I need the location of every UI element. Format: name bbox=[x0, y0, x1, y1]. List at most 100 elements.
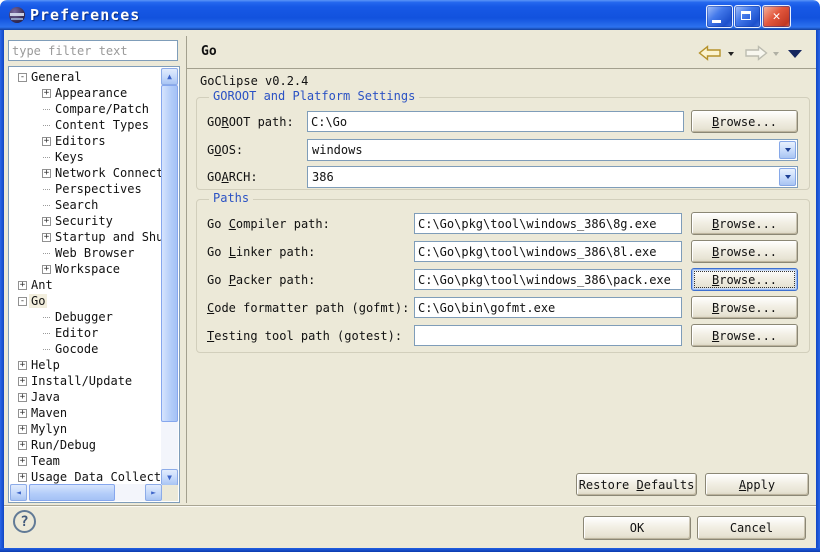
vertical-scroll-thumb[interactable] bbox=[161, 85, 178, 422]
expand-icon[interactable]: + bbox=[18, 281, 27, 290]
scroll-down-button[interactable]: ▼ bbox=[161, 469, 178, 486]
path-field-input[interactable] bbox=[414, 213, 682, 234]
tree-item[interactable]: Editor bbox=[10, 325, 162, 341]
close-button[interactable]: ✕ bbox=[762, 5, 791, 28]
tree-connector bbox=[43, 157, 50, 158]
goos-select[interactable]: windows bbox=[307, 139, 798, 161]
back-button[interactable] bbox=[698, 45, 722, 61]
tree-item[interactable]: +Editors bbox=[10, 133, 162, 149]
tree-item[interactable]: +Network Connect bbox=[10, 165, 162, 181]
expand-icon[interactable]: + bbox=[18, 393, 27, 402]
path-field-label: Go Compiler path: bbox=[207, 213, 330, 235]
title-bar[interactable]: Preferences ✕ bbox=[0, 0, 820, 30]
expand-icon[interactable]: + bbox=[42, 137, 51, 146]
scroll-right-button[interactable]: ► bbox=[145, 484, 162, 501]
path-browse-button[interactable]: Browse... bbox=[691, 296, 798, 319]
tree-horizontal-scrollbar[interactable]: ◄ ► bbox=[10, 484, 162, 501]
maximize-button[interactable] bbox=[734, 5, 761, 28]
collapse-icon[interactable]: - bbox=[18, 297, 27, 306]
cancel-button[interactable]: Cancel bbox=[697, 516, 806, 540]
tree-item[interactable]: -General bbox=[10, 69, 162, 85]
path-browse-button[interactable]: Browse... bbox=[691, 240, 798, 263]
tree-item[interactable]: Perspectives bbox=[10, 181, 162, 197]
tree-item[interactable]: +Run/Debug bbox=[10, 437, 162, 453]
expand-icon[interactable]: + bbox=[18, 409, 27, 418]
minimize-button[interactable] bbox=[706, 5, 733, 28]
tree-item[interactable]: Search bbox=[10, 197, 162, 213]
eclipse-icon bbox=[9, 7, 25, 23]
ok-button[interactable]: OK bbox=[583, 516, 691, 540]
tree-item-label: Maven bbox=[29, 406, 69, 420]
tree-item-label: Java bbox=[29, 390, 62, 404]
tree-item-label: Help bbox=[29, 358, 62, 372]
tree-item[interactable]: +Security bbox=[10, 213, 162, 229]
tree-item-label: Appearance bbox=[53, 86, 129, 100]
tree-item[interactable]: Content Types bbox=[10, 117, 162, 133]
scroll-left-button[interactable]: ◄ bbox=[10, 484, 27, 501]
path-field-input[interactable] bbox=[414, 325, 682, 346]
expand-icon[interactable]: + bbox=[18, 361, 27, 370]
tree-item[interactable]: +Mylyn bbox=[10, 421, 162, 437]
tree-item[interactable]: +Team bbox=[10, 453, 162, 469]
tree-item[interactable]: +Workspace bbox=[10, 261, 162, 277]
path-field-input[interactable] bbox=[414, 269, 682, 290]
path-field-label: Testing tool path (gotest): bbox=[207, 325, 402, 347]
tree-item[interactable]: Gocode bbox=[10, 341, 162, 357]
tree-item[interactable]: +Appearance bbox=[10, 85, 162, 101]
tree-item[interactable]: +Help bbox=[10, 357, 162, 373]
expand-icon[interactable]: + bbox=[18, 473, 27, 482]
expand-icon[interactable]: + bbox=[18, 425, 27, 434]
scroll-down-icon: ▼ bbox=[167, 474, 172, 482]
path-field-input[interactable] bbox=[414, 241, 682, 262]
path-browse-button[interactable]: Browse... bbox=[691, 268, 798, 291]
header-separator bbox=[187, 68, 816, 69]
back-dropdown-icon[interactable] bbox=[728, 52, 734, 56]
expand-icon[interactable]: + bbox=[18, 377, 27, 386]
apply-button[interactable]: Apply bbox=[705, 473, 809, 496]
goroot-path-input[interactable] bbox=[307, 111, 684, 132]
tree-item[interactable]: Keys bbox=[10, 149, 162, 165]
tree-item[interactable]: +Usage Data Collect bbox=[10, 469, 162, 485]
forward-button[interactable] bbox=[744, 45, 768, 61]
tree-item[interactable]: +Install/Update bbox=[10, 373, 162, 389]
path-browse-button[interactable]: Browse... bbox=[691, 212, 798, 235]
tree-item-label: Gocode bbox=[53, 342, 100, 356]
tree-item-label: Security bbox=[53, 214, 115, 228]
tree-item-label: Usage Data Collect bbox=[29, 470, 162, 484]
tree-item[interactable]: Compare/Patch bbox=[10, 101, 162, 117]
expand-icon[interactable]: + bbox=[42, 89, 51, 98]
goroot-browse-button[interactable]: Browse... bbox=[691, 110, 798, 133]
goos-dropdown-button[interactable] bbox=[779, 141, 796, 159]
forward-dropdown-icon[interactable] bbox=[773, 52, 779, 56]
collapse-icon[interactable]: - bbox=[18, 73, 27, 82]
tree-item[interactable]: Web Browser bbox=[10, 245, 162, 261]
tree-item[interactable]: +Java bbox=[10, 389, 162, 405]
path-field-label: Code formatter path (gofmt): bbox=[207, 297, 409, 319]
filter-input[interactable] bbox=[8, 40, 178, 61]
tree-item[interactable]: +Ant bbox=[10, 277, 162, 293]
path-field-input[interactable] bbox=[414, 297, 682, 318]
expand-icon[interactable]: + bbox=[18, 441, 27, 450]
ok-label: OK bbox=[630, 521, 644, 535]
expand-icon[interactable]: + bbox=[42, 169, 51, 178]
restore-defaults-button[interactable]: Restore Defaults bbox=[576, 473, 697, 496]
tree-item[interactable]: Debugger bbox=[10, 309, 162, 325]
goarch-dropdown-button[interactable] bbox=[779, 168, 796, 186]
expand-icon[interactable]: + bbox=[42, 265, 51, 274]
tree-item[interactable]: +Maven bbox=[10, 405, 162, 421]
expand-icon[interactable]: + bbox=[42, 217, 51, 226]
expand-icon[interactable]: + bbox=[18, 457, 27, 466]
tree-item[interactable]: +Startup and Shu bbox=[10, 229, 162, 245]
tree-item[interactable]: -Go bbox=[10, 293, 162, 309]
browse-button-label: Browse... bbox=[712, 273, 777, 287]
path-browse-button[interactable]: Browse... bbox=[691, 324, 798, 347]
tree-item-label: Compare/Patch bbox=[53, 102, 151, 116]
tree-vertical-scrollbar[interactable]: ▲ ▼ bbox=[161, 68, 178, 486]
help-button[interactable]: ? bbox=[13, 510, 36, 533]
goarch-select[interactable]: 386 bbox=[307, 166, 798, 188]
horizontal-scroll-thumb[interactable] bbox=[29, 484, 115, 501]
scroll-up-button[interactable]: ▲ bbox=[161, 68, 178, 85]
scroll-left-icon: ◄ bbox=[16, 489, 21, 497]
view-menu-icon[interactable] bbox=[788, 50, 802, 58]
expand-icon[interactable]: + bbox=[42, 233, 51, 242]
